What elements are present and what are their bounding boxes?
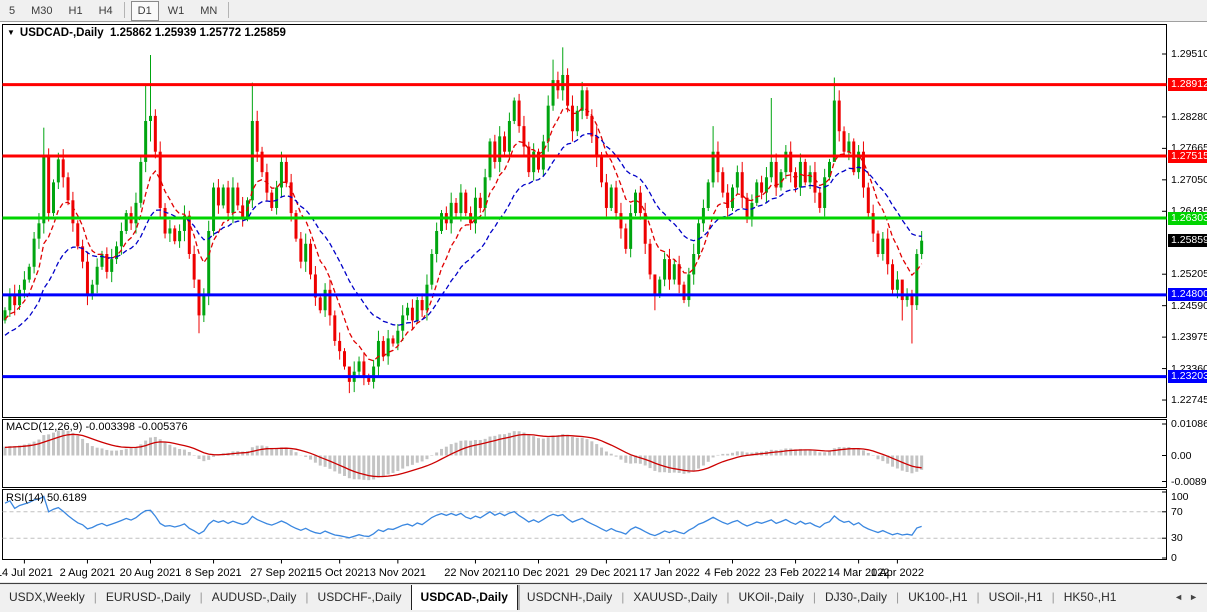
rsi-axis-label: 100 xyxy=(1171,490,1189,503)
rsi-axis-label: 30 xyxy=(1171,532,1183,545)
macd-axis-label: 0.010869 xyxy=(1171,418,1207,430)
tab-usdcad-daily[interactable]: USDCAD-,Daily xyxy=(410,585,518,610)
macd-axis-label: -0.008974 xyxy=(1171,475,1207,488)
price-tag-1.23203: 1.23203 xyxy=(1168,370,1207,384)
mt4-window: 5 M30 H1 H4 D1 W1 MN ▼ USDCAD-,Daily 1.25862 1.… xyxy=(0,0,1207,612)
rsi-name: RSI(14) xyxy=(6,492,44,504)
price-tag-1.28912: 1.28912 xyxy=(1168,78,1207,92)
price-tag-1.24800: 1.24800 xyxy=(1168,288,1207,302)
date-label: 23 Feb 2022 xyxy=(764,567,827,579)
date-label: 20 Aug 2021 xyxy=(119,567,182,579)
macd-name: MACD(12,26,9) xyxy=(6,421,83,433)
date-label: 17 Jan 2022 xyxy=(639,567,700,579)
price-tick-label: 1.23975 xyxy=(1171,331,1207,344)
price-tick-label: 1.27050 xyxy=(1171,173,1207,186)
symbol-tabbar: USDX,Weekly | EURUSD-,Daily | AUDUSD-,Daily |… xyxy=(0,585,1207,612)
chart-title: ▼ USDCAD-,Daily 1.25862 1.25939 1.25772 1… xyxy=(7,27,286,39)
rsi-axis-label: 0 xyxy=(1171,552,1177,564)
macd-indicator-label: MACD(12,26,9) -0.003398 -0.005376 xyxy=(6,421,188,433)
chart-title-symbol: USDCAD-,Daily xyxy=(19,27,104,39)
date-label: 22 Nov 2021 xyxy=(444,567,507,579)
price-tick-label: 1.25205 xyxy=(1171,268,1207,281)
tab-ukoil-daily[interactable]: UKOil-,Daily xyxy=(730,585,813,610)
price-tag-1.26303: 1.26303 xyxy=(1168,211,1207,225)
tab-scroll-arrows: ◄► xyxy=(1174,592,1204,602)
tab-hk50-h1[interactable]: HK50-,H1 xyxy=(1055,585,1126,610)
tab-usdx-weekly[interactable]: USDX,Weekly xyxy=(0,585,94,610)
rsi-value: 50.6189 xyxy=(46,492,87,504)
price-tick-label: 1.24590 xyxy=(1171,299,1207,312)
tab-xauusd-daily[interactable]: XAUUSD-,Daily xyxy=(624,585,726,610)
date-label: 1 Apr 2022 xyxy=(870,567,924,579)
price-tick-label: 1.29510 xyxy=(1171,48,1207,60)
tab-eurusd-daily[interactable]: EURUSD-,Daily xyxy=(97,585,200,610)
tab-usoil-h1[interactable]: USOil-,H1 xyxy=(980,585,1052,610)
chart-canvas[interactable] xyxy=(0,0,1207,612)
tab-usdcnh-daily[interactable]: USDCNH-,Daily xyxy=(518,585,621,610)
price-tick-label: 1.28280 xyxy=(1171,110,1207,123)
price-tick-label: 1.22745 xyxy=(1171,394,1207,407)
date-label: 4 Feb 2022 xyxy=(704,567,761,579)
tab-usdchf-daily[interactable]: USDCHF-,Daily xyxy=(309,585,411,610)
tab-dj30-daily[interactable]: DJ30-,Daily xyxy=(816,585,896,610)
tab-scroll-right-icon[interactable]: ► xyxy=(1189,592,1204,602)
chart-dropdown-icon[interactable]: ▼ xyxy=(7,28,15,37)
price-tag-1.25859: 1.25859 xyxy=(1168,234,1207,248)
macd-values: -0.003398 -0.005376 xyxy=(85,421,188,433)
date-label: 29 Dec 2021 xyxy=(575,567,638,579)
date-label: 14 Jul 2021 xyxy=(0,567,53,579)
date-label: 3 Nov 2021 xyxy=(369,567,426,579)
macd-axis-label: 0.00 xyxy=(1171,449,1192,462)
date-label: 10 Dec 2021 xyxy=(507,567,570,579)
tab-scroll-left-icon[interactable]: ◄ xyxy=(1174,592,1189,602)
rsi-indicator-label: RSI(14) 50.6189 xyxy=(6,492,87,504)
date-label: 8 Sep 2021 xyxy=(185,567,242,579)
rsi-axis-label: 70 xyxy=(1171,505,1183,518)
date-label: 2 Aug 2021 xyxy=(59,567,116,579)
price-tag-1.27515: 1.27515 xyxy=(1168,149,1207,163)
tab-uk100-h1[interactable]: UK100-,H1 xyxy=(899,585,976,610)
chart-title-ohlc: 1.25862 1.25939 1.25772 1.25859 xyxy=(110,27,286,39)
tab-audusd-daily[interactable]: AUDUSD-,Daily xyxy=(203,585,306,610)
